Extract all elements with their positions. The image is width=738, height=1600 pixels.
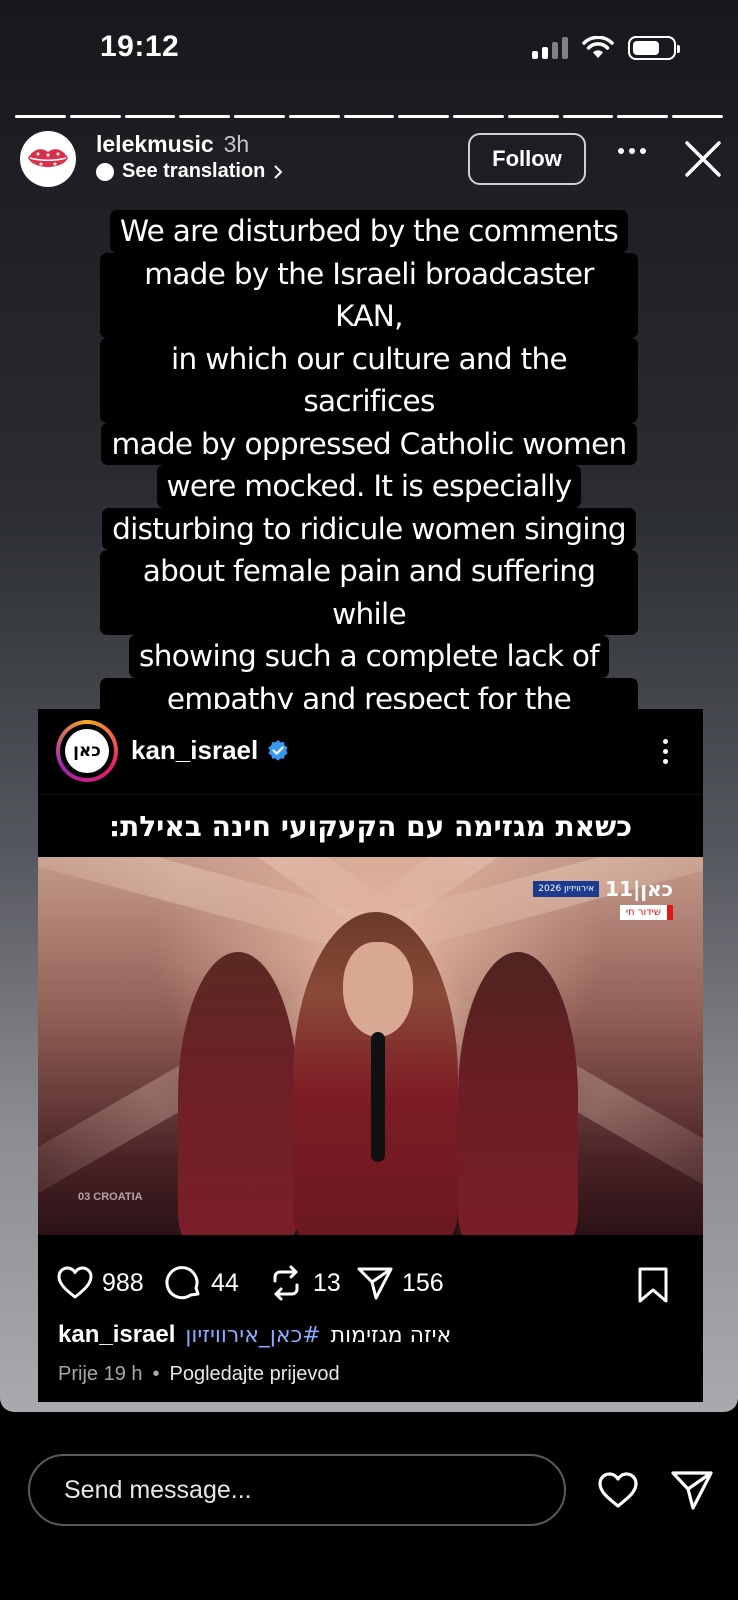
- post-actions-bar: 988 44 13 156: [38, 1254, 703, 1314]
- progress-segment: [398, 115, 450, 118]
- post-title-text: כשאת מגזימה עם הקעקועי חינה באילת:: [38, 794, 703, 858]
- post-time: Prije 19 h: [58, 1363, 143, 1385]
- caption-line: disturbing to ridicule women singing: [102, 507, 636, 550]
- chevron-right-icon: [274, 164, 283, 179]
- caption-line: made by oppressed Catholic women: [101, 422, 637, 465]
- post-avatar[interactable]: כאן: [56, 720, 118, 782]
- progress-segment: [124, 115, 176, 118]
- singer-left-figure: [178, 952, 298, 1235]
- progress-segment: [288, 115, 340, 118]
- post-meta: Prije 19 h • Pogledajte prijevod: [58, 1363, 340, 1386]
- channel-logo: כאן|11: [605, 877, 673, 901]
- progress-segment: [507, 115, 559, 118]
- post-image[interactable]: אירוויזיון 2026 כאן|11 שידור חי 03 CROAT…: [38, 857, 703, 1235]
- progress-segment: [234, 115, 285, 118]
- send-icon: [357, 1267, 393, 1300]
- comment-count: 44: [211, 1268, 239, 1297]
- country-label: 03 CROATIA: [78, 1191, 143, 1203]
- caption-hashtag[interactable]: #כאן_אירוויזיון: [185, 1323, 320, 1348]
- live-badge: שידור חי: [619, 905, 673, 920]
- post-username: kan_israel: [131, 735, 259, 765]
- progress-segment: [617, 115, 669, 118]
- caption-line: made by the Israeli broadcaster KAN,: [100, 252, 638, 338]
- caption-line: about female pain and suffering while: [100, 550, 638, 635]
- story-time: 3h: [223, 131, 250, 157]
- progress-segment: [15, 115, 66, 118]
- see-translation-label: See translation: [122, 160, 266, 182]
- see-translation-link[interactable]: See translation: [96, 160, 283, 183]
- send-message-input[interactable]: Send message...: [28, 1454, 566, 1526]
- close-icon[interactable]: [684, 140, 722, 178]
- caption-line: We are disturbed by the comments: [109, 210, 629, 253]
- caption-line: in which our culture and the sacrifices: [100, 337, 638, 423]
- caption-username[interactable]: kan_israel: [58, 1321, 175, 1349]
- kan-logo: כאן: [65, 729, 109, 773]
- meta-separator: •: [152, 1363, 160, 1385]
- translate-icon: [96, 162, 114, 181]
- comment-action[interactable]: 44: [165, 1264, 239, 1302]
- status-icons: [532, 36, 680, 60]
- progress-segment: [343, 115, 395, 118]
- singer-face: [343, 942, 413, 1037]
- like-count: 988: [102, 1268, 144, 1297]
- share-action[interactable]: 156: [356, 1264, 444, 1302]
- repost-icon: [273, 1265, 299, 1301]
- more-options-icon[interactable]: [618, 148, 646, 154]
- share-count: 156: [402, 1268, 444, 1297]
- repost-action[interactable]: 13: [267, 1264, 341, 1302]
- like-action[interactable]: 988: [56, 1264, 144, 1302]
- story-user-line: lelekmusic 3h: [96, 131, 249, 158]
- singer-right-figure: [458, 952, 578, 1235]
- repost-count: 13: [313, 1268, 341, 1297]
- cellular-signal-icon: [532, 37, 568, 59]
- story-avatar[interactable]: [20, 131, 76, 187]
- caption-text: איזה מגזימות: [330, 1322, 452, 1348]
- story-progress-bar: [15, 115, 723, 118]
- post-username-row[interactable]: kan_israel: [131, 735, 290, 766]
- story-viewer[interactable]: 19:12 lelekmusic 3h See translation Follo…: [0, 0, 738, 1412]
- microphone: [371, 1032, 385, 1162]
- heart-icon[interactable]: [597, 1470, 639, 1510]
- progress-segment: [562, 115, 614, 118]
- caption-line: showing such a complete lack of: [129, 635, 609, 678]
- verified-badge-icon: [268, 739, 288, 761]
- comment-icon: [165, 1266, 200, 1300]
- progress-segment: [179, 115, 231, 118]
- caption-line: were mocked. It is especially: [156, 465, 582, 508]
- progress-segment: [453, 115, 504, 118]
- bookmark-icon[interactable]: [636, 1266, 670, 1304]
- lips-logo-icon: [28, 149, 68, 167]
- translate-link[interactable]: Pogledajte prijevod: [170, 1363, 340, 1386]
- status-time: 19:12: [100, 30, 180, 63]
- shared-post-card[interactable]: כאן kan_israel כשאת מגזימה עם הקעקועי חי…: [38, 709, 703, 1402]
- heart-icon: [57, 1266, 93, 1299]
- eurovision-badge: אירוויזיון 2026: [533, 881, 600, 897]
- post-more-icon[interactable]: [663, 739, 668, 764]
- channel-badge: אירוויזיון 2026 כאן|11 שידור חי: [533, 877, 673, 920]
- send-icon[interactable]: [670, 1468, 714, 1512]
- progress-segment: [69, 115, 121, 118]
- follow-button[interactable]: Follow: [468, 133, 586, 185]
- progress-segment: [672, 115, 723, 118]
- post-caption: kan_israel #כאן_אירוויזיון איזה מגזימות: [58, 1321, 451, 1349]
- wifi-icon: [582, 36, 614, 58]
- battery-icon: [628, 36, 680, 60]
- story-username[interactable]: lelekmusic: [96, 131, 214, 157]
